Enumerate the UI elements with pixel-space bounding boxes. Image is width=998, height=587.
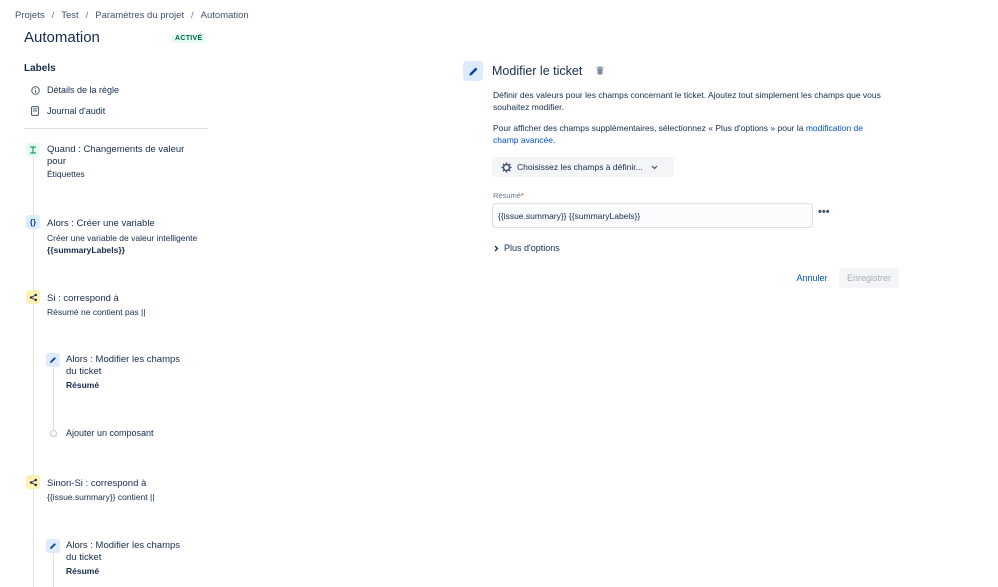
more-options-label: Plus d'options <box>504 243 560 253</box>
pencil-icon <box>463 61 483 81</box>
document-icon <box>30 106 40 116</box>
variable-name: {{summaryLabels}} <box>47 245 125 255</box>
braces-icon: {} <box>26 215 40 229</box>
gear-icon <box>501 161 512 173</box>
edit-issue-field: Résumé <box>66 566 100 576</box>
create-variable-title[interactable]: Alors : Créer une variable <box>47 218 155 230</box>
trigger-component[interactable]: Quand : Changements de valeur pour <box>47 144 184 168</box>
advanced-text: Pour afficher des champs supplémentaires… <box>493 123 806 133</box>
trash-icon[interactable] <box>596 66 605 76</box>
trigger-subtitle: Étiquettes <box>47 169 85 179</box>
condition-if-title[interactable]: Si : correspond à <box>47 293 119 305</box>
breadcrumb-separator: / <box>85 10 89 21</box>
panel-description: Définir des valeurs pour les champs conc… <box>493 89 903 113</box>
rule-details-link[interactable]: Détails de la règle <box>30 85 119 95</box>
trigger-title: Quand : Changements de valeur <box>47 144 185 155</box>
add-component-link[interactable]: Ajouter un composant <box>66 428 154 439</box>
create-variable-subtitle: Créer une variable de valeur intelligent… <box>47 233 198 243</box>
more-options-toggle[interactable]: Plus d'options <box>494 243 560 253</box>
add-component-dot[interactable] <box>50 430 57 437</box>
chevron-right-icon <box>494 245 499 252</box>
breadcrumb-test[interactable]: Test <box>61 10 78 21</box>
pencil-icon <box>46 539 60 553</box>
more-actions-icon[interactable]: ••• <box>818 206 830 218</box>
edit-issue-title-cont: du ticket <box>66 552 102 563</box>
breadcrumb: Projets / Test / Paramètres du projet / … <box>15 10 249 21</box>
condition-else-if-subtitle: {{issue.summary}} contient || <box>47 492 155 502</box>
panel-description-line: souhaitez modifier. <box>493 102 564 112</box>
branch-icon <box>26 475 40 489</box>
breadcrumb-separator: / <box>191 10 194 21</box>
edit-issue-title: Alors : Modifier les champs <box>66 354 181 365</box>
audit-log-link[interactable]: Journal d'audit <box>30 106 105 116</box>
summary-label-text: Résumé <box>493 191 521 200</box>
choose-fields-dropdown[interactable]: Choisissez les champs à définir... <box>492 157 674 177</box>
sidebar-divider <box>24 128 208 129</box>
panel-description-line: Définir des valeurs pour les champs conc… <box>493 90 881 100</box>
required-marker: * <box>520 191 524 200</box>
summary-input[interactable] <box>492 203 813 228</box>
advanced-text-suffix: . <box>553 135 556 145</box>
condition-else-if-title[interactable]: Sinon-Si : correspond à <box>47 478 146 490</box>
advanced-field-editing-link[interactable]: modification de <box>806 123 863 133</box>
trigger-icon <box>26 143 40 157</box>
pencil-icon <box>46 353 60 367</box>
breadcrumb-projects[interactable]: Projets <box>15 10 45 21</box>
rule-details-label: Détails de la règle <box>47 85 120 95</box>
panel-title: Modifier le ticket <box>492 64 583 78</box>
audit-log-label: Journal d'audit <box>47 106 106 116</box>
condition-if-subtitle: Résumé ne contient pas || <box>47 307 146 317</box>
edit-issue-field: Résumé <box>66 380 100 390</box>
rule-name: Labels <box>24 63 56 74</box>
cancel-button[interactable]: Annuler <box>791 268 833 288</box>
branch-icon <box>26 290 40 304</box>
summary-field-label: Résumé* <box>493 191 524 200</box>
chevron-down-icon <box>651 165 658 170</box>
timeline-branch-line <box>53 368 54 432</box>
edit-issue-title: Alors : Modifier les champs <box>66 540 181 551</box>
status-badge: ACTIVÉ <box>172 34 206 43</box>
choose-fields-label: Choisissez les champs à définir... <box>517 162 643 172</box>
edit-issue-component[interactable]: Alors : Modifier les champs du ticket <box>66 540 180 564</box>
timeline-branch-line <box>53 553 54 587</box>
breadcrumb-project-settings[interactable]: Paramètres du projet <box>95 10 184 21</box>
edit-issue-title-cont: du ticket <box>66 366 102 377</box>
info-icon <box>30 85 40 95</box>
trigger-title-cont: pour <box>47 156 67 167</box>
advanced-field-editing-link[interactable]: champ avancée <box>493 135 553 145</box>
panel-description-advanced: Pour afficher des champs supplémentaires… <box>493 122 903 146</box>
page-title: Automation <box>24 29 100 46</box>
breadcrumb-automation[interactable]: Automation <box>201 10 249 21</box>
edit-issue-component[interactable]: Alors : Modifier les champs du ticket <box>66 354 180 378</box>
save-button[interactable]: Enregistrer <box>839 268 899 288</box>
breadcrumb-separator: / <box>51 10 55 21</box>
